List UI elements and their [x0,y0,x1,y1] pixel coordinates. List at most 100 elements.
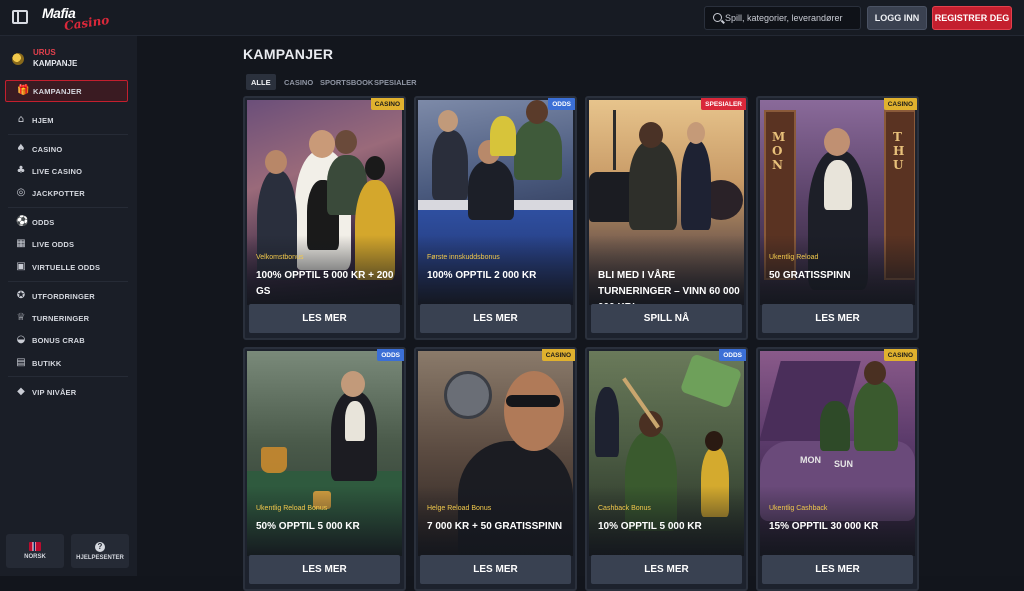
promo-headline: 10% OPPTIL 5 000 KR [598,521,702,532]
category-badge: CASINO [883,349,917,361]
virtual-odds-icon: ▣ [16,261,26,272]
sidebar-item-casino[interactable]: ♠ CASINO [0,140,137,158]
login-button[interactable]: LOGG INN [867,6,927,30]
crab-icon: ◒ [16,334,26,345]
read-more-button[interactable]: LES MER [249,555,400,584]
promo-card-turneringer[interactable]: SPESIALER BLI MED I VÅRE TURNERINGER – V… [585,96,748,340]
read-more-button[interactable]: LES MER [762,304,913,333]
tab-casino[interactable]: CASINO [279,74,318,90]
category-badge: ODDS [377,349,404,361]
tab-spesialer[interactable]: SPESIALER [369,74,422,90]
category-badge: ODDS [719,349,746,361]
top-bar: Mafia Casino LOGG INN REGISTRER DEG [0,0,1024,36]
logo[interactable]: Mafia Casino [42,5,110,33]
sidebar-item-odds[interactable]: ⚽ ODDS [0,213,137,231]
language-button[interactable]: NORSK [6,534,64,568]
promo-headline: 15% OPPTIL 30 000 KR [769,521,879,532]
shop-icon: ▤ [16,357,26,368]
category-badge: SPESIALER [701,98,746,110]
sidebar-item-utfordringer[interactable]: ✪ UTFORDRINGER [0,287,137,305]
category-badge: CASINO [883,98,917,110]
sidebar-item-label: BONUS CRAB [32,335,85,345]
divider [8,207,128,208]
gift-icon: 🎁 [17,85,30,96]
promo-subtitle: Første innskuddsbonus [427,254,500,261]
read-more-button[interactable]: LES MER [249,304,400,333]
search-box[interactable] [704,6,861,30]
promo-card-ukentlig-reload[interactable]: MON THU CASINO Ukentlig Reload 50 GRATIS… [756,96,919,340]
ball-icon: ⚽ [16,216,29,227]
promo-coin-icon [12,53,24,65]
sidebar-item-butikk[interactable]: ▤ BUTIKK [0,354,137,372]
jackpot-icon: ◎ [16,187,26,198]
promo-subtitle: Cashback Bonus [598,505,651,512]
home-icon: ⌂ [17,114,25,125]
promo-card-forste-innskudd[interactable]: ODDS Første innskuddsbonus 100% OPPTIL 2… [414,96,577,340]
promo-card-helge-reload[interactable]: CASINO Helge Reload Bonus 7 000 KR + 50 … [414,347,577,591]
norway-flag-icon [29,542,41,551]
read-more-button[interactable]: LES MER [420,304,571,333]
promo-subtitle: KAMPANJE [33,59,78,68]
search-input[interactable] [725,7,859,29]
sidebar: URUS KAMPANJE 🎁 KAMPANJER ⌂ HJEM ♠ CASIN… [0,36,137,576]
divider [8,376,128,377]
sidebar-item-label: JACKPOTTER [32,188,85,198]
read-more-button[interactable]: LES MER [420,555,571,584]
sidebar-promo[interactable]: URUS KAMPANJE [10,46,130,74]
category-badge: CASINO [541,349,575,361]
sidebar-item-label: UTFORDRINGER [32,291,95,301]
promo-card-ukentlig-reload-bonus[interactable]: ODDS Ukentlig Reload Bonus 50% OPPTIL 5 … [243,347,406,591]
promo-subtitle: Helge Reload Bonus [427,505,492,512]
divider [8,281,128,282]
page-title: KAMPANJER [243,46,334,62]
promo-card-cashback-bonus[interactable]: ODDS Cashback Bonus 10% OPPTIL 5 000 KR … [585,347,748,591]
live-odds-icon: ▦ [16,238,26,249]
door-left-label: MON [772,130,786,172]
divider [8,134,128,135]
help-icon: ? [95,541,105,552]
car-right-label: SUN [834,459,854,469]
play-now-button[interactable]: SPILL NÅ [591,304,742,333]
sidebar-item-kampanjer[interactable]: 🎁 KAMPANJER [5,80,128,102]
read-more-button[interactable]: LES MER [591,555,742,584]
challenge-icon: ✪ [16,290,26,301]
trophy-icon: ♕ [16,312,26,323]
promo-headline: 50% OPPTIL 5 000 KR [256,521,360,532]
cards-icon: ♠ [16,143,26,154]
sidebar-item-label: LIVE CASINO [32,166,83,176]
sidebar-item-hjem[interactable]: ⌂ HJEM [0,111,137,129]
sidebar-item-bonus-crab[interactable]: ◒ BONUS CRAB [0,331,137,349]
sidebar-item-vip[interactable]: ◆ VIP NIVÅER [0,383,137,401]
sidebar-item-label: VIP NIVÅER [32,387,77,397]
sidebar-item-label: HJEM [32,115,54,125]
promo-headline: 100% OPPTIL 5 000 KR + 200 GS [256,270,394,297]
language-label: NORSK [24,554,46,560]
sidebar-item-live-odds[interactable]: ▦ LIVE ODDS [0,235,137,253]
sidebar-item-jackpotter[interactable]: ◎ JACKPOTTER [0,184,137,202]
promo-subtitle: Velkomstbonus [256,254,304,261]
help-center-button[interactable]: ? HJELPESENTER [71,534,129,568]
live-cards-icon: ♣ [16,165,26,176]
promo-subtitle: Ukentlig Cashback [769,505,828,512]
promo-headline: 100% OPPTIL 2 000 KR [427,270,537,281]
sidebar-item-virtuelle-odds[interactable]: ▣ VIRTUELLE ODDS [0,258,137,276]
sidebar-item-live-casino[interactable]: ♣ LIVE CASINO [0,162,137,180]
promo-title: URUS [33,48,56,57]
search-icon [713,13,722,22]
sidebar-item-turneringer[interactable]: ♕ TURNERINGER [0,309,137,327]
sidebar-item-label: TURNERINGER [32,313,90,323]
category-badge: ODDS [548,98,575,110]
sidebar-item-label: KAMPANJER [33,86,82,96]
sidebar-item-label: ODDS [32,217,55,227]
sidebar-toggle-icon[interactable] [12,10,28,24]
tab-alle[interactable]: ALLE [246,74,276,90]
promo-card-ukentlig-cashback[interactable]: MON SUN CASINO Ukentlig Cashback 15% OPP… [756,347,919,591]
promo-card-velkomstbonus[interactable]: CASINO Velkomstbonus 100% OPPTIL 5 000 K… [243,96,406,340]
door-right-label: THU [893,130,905,172]
main-content: KAMPANJER ALLE CASINO SPORTSBOOK SPESIAL… [137,36,1024,591]
car-left-label: MON [800,455,821,465]
register-button[interactable]: REGISTRER DEG [932,6,1012,30]
category-badge: CASINO [370,98,404,110]
read-more-button[interactable]: LES MER [762,555,913,584]
diamond-icon: ◆ [17,386,25,397]
